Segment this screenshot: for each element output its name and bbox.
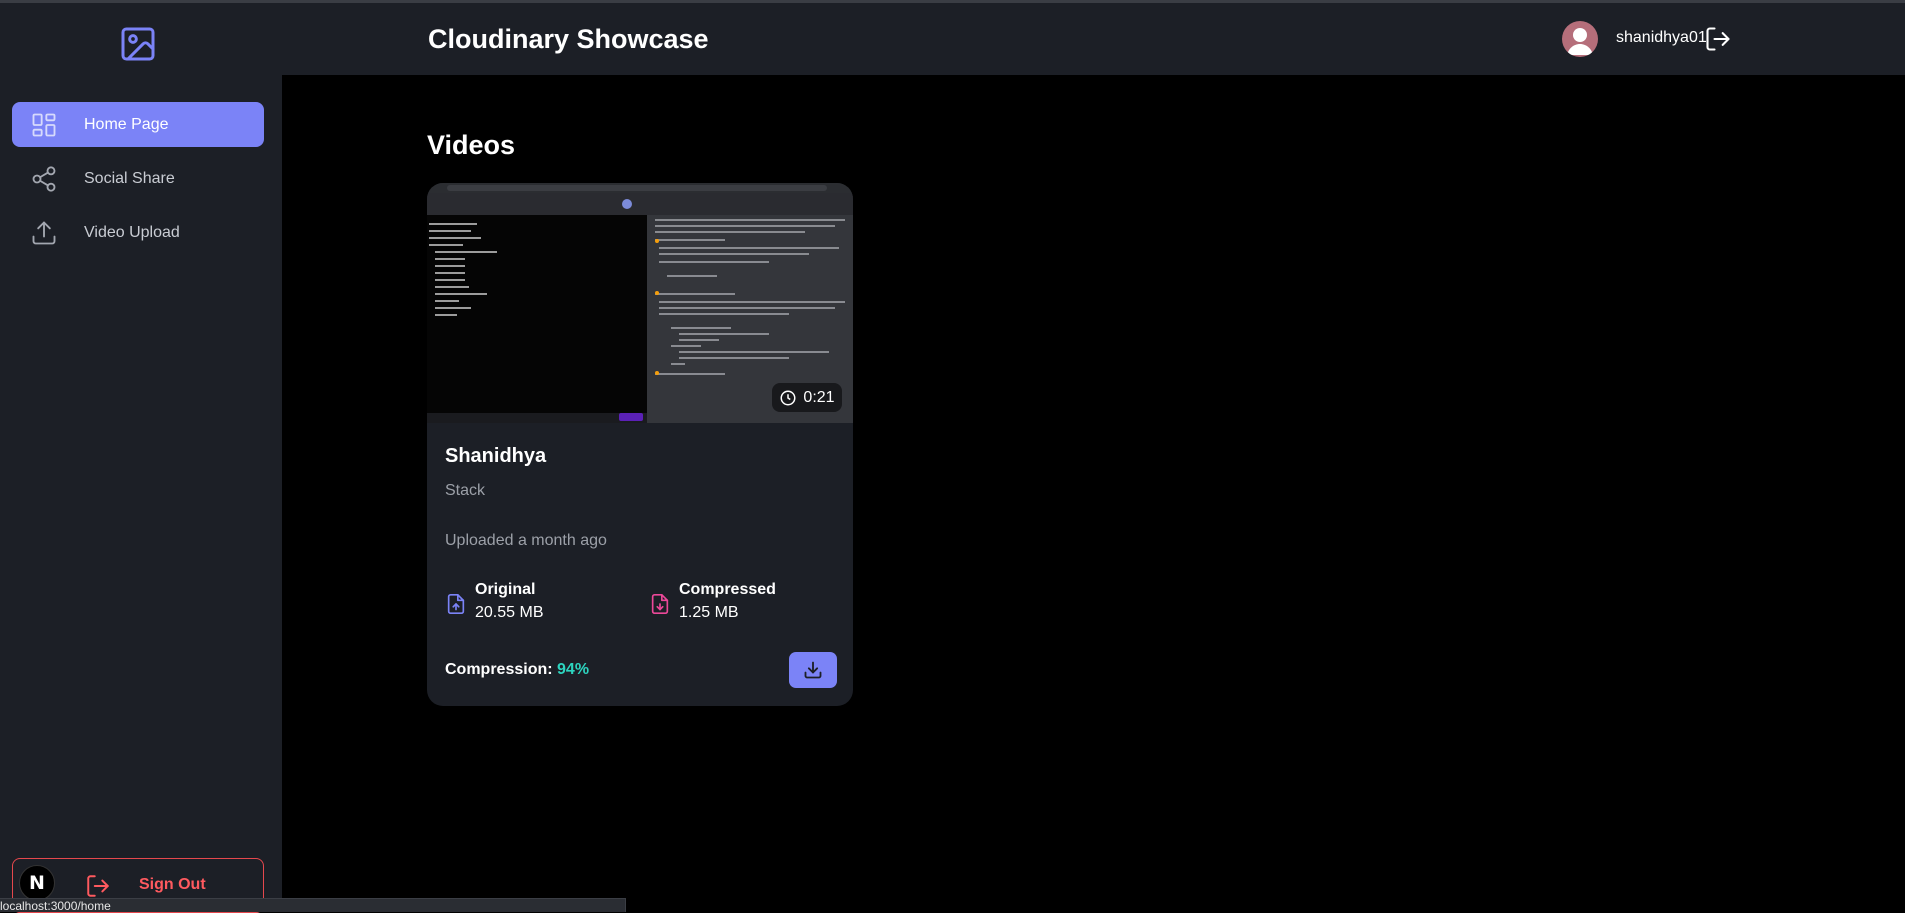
upload-date: Uploaded a month ago [445,532,607,549]
clock-icon [780,390,796,405]
download-button[interactable] [789,652,837,688]
dashboard-icon [30,111,58,139]
file-download-icon [649,593,671,615]
logout-icon [85,873,111,899]
sidebar-item-label: Social Share [84,169,175,187]
compressed-size: 1.25 MB [679,604,739,621]
file-upload-icon [445,593,467,615]
compression-stat: Compression: 94% [445,661,589,679]
sidebar-item-label: Home Page [84,115,169,133]
username: shanidhya01 [1616,29,1707,46]
app-title: Cloudinary Showcase [428,24,709,54]
image-logo-icon[interactable] [118,24,158,64]
original-size: 20.55 MB [475,604,544,621]
video-thumbnail[interactable]: 0:21 [427,183,853,423]
sidebar-item-label: Video Upload [84,223,180,241]
original-label: Original [475,581,536,598]
upload-icon [30,219,58,247]
browser-status-url: localhost:3000/home [0,898,626,912]
avatar[interactable] [1562,21,1598,57]
video-description: Stack [445,482,486,499]
compression-label: Compression: [445,661,553,678]
duration-text: 0:21 [803,388,835,406]
sign-out-label: Sign Out [139,876,206,893]
page-title: Videos [427,130,516,160]
share-icon [30,165,58,193]
compression-value: 94% [557,661,590,678]
logout-icon [1706,27,1730,51]
video-duration-badge: 0:21 [772,383,842,412]
compressed-label: Compressed [679,581,776,598]
sidebar-item-video-upload[interactable]: Video Upload [12,210,264,255]
logout-button[interactable] [1704,25,1732,53]
video-title: Shanidhya [445,445,547,467]
sidebar: Home Page Social Share Video Upload Sign [0,3,282,913]
top-header: Cloudinary Showcase shanidhya01 [282,3,1905,75]
sidebar-item-social-share[interactable]: Social Share [12,156,264,201]
nextjs-dev-badge[interactable]: N [19,865,55,901]
download-icon [804,661,822,679]
video-card[interactable]: 0:21 Shanidhya Stack Uploaded a month ag… [427,183,853,706]
sidebar-item-home-page[interactable]: Home Page [12,102,264,147]
